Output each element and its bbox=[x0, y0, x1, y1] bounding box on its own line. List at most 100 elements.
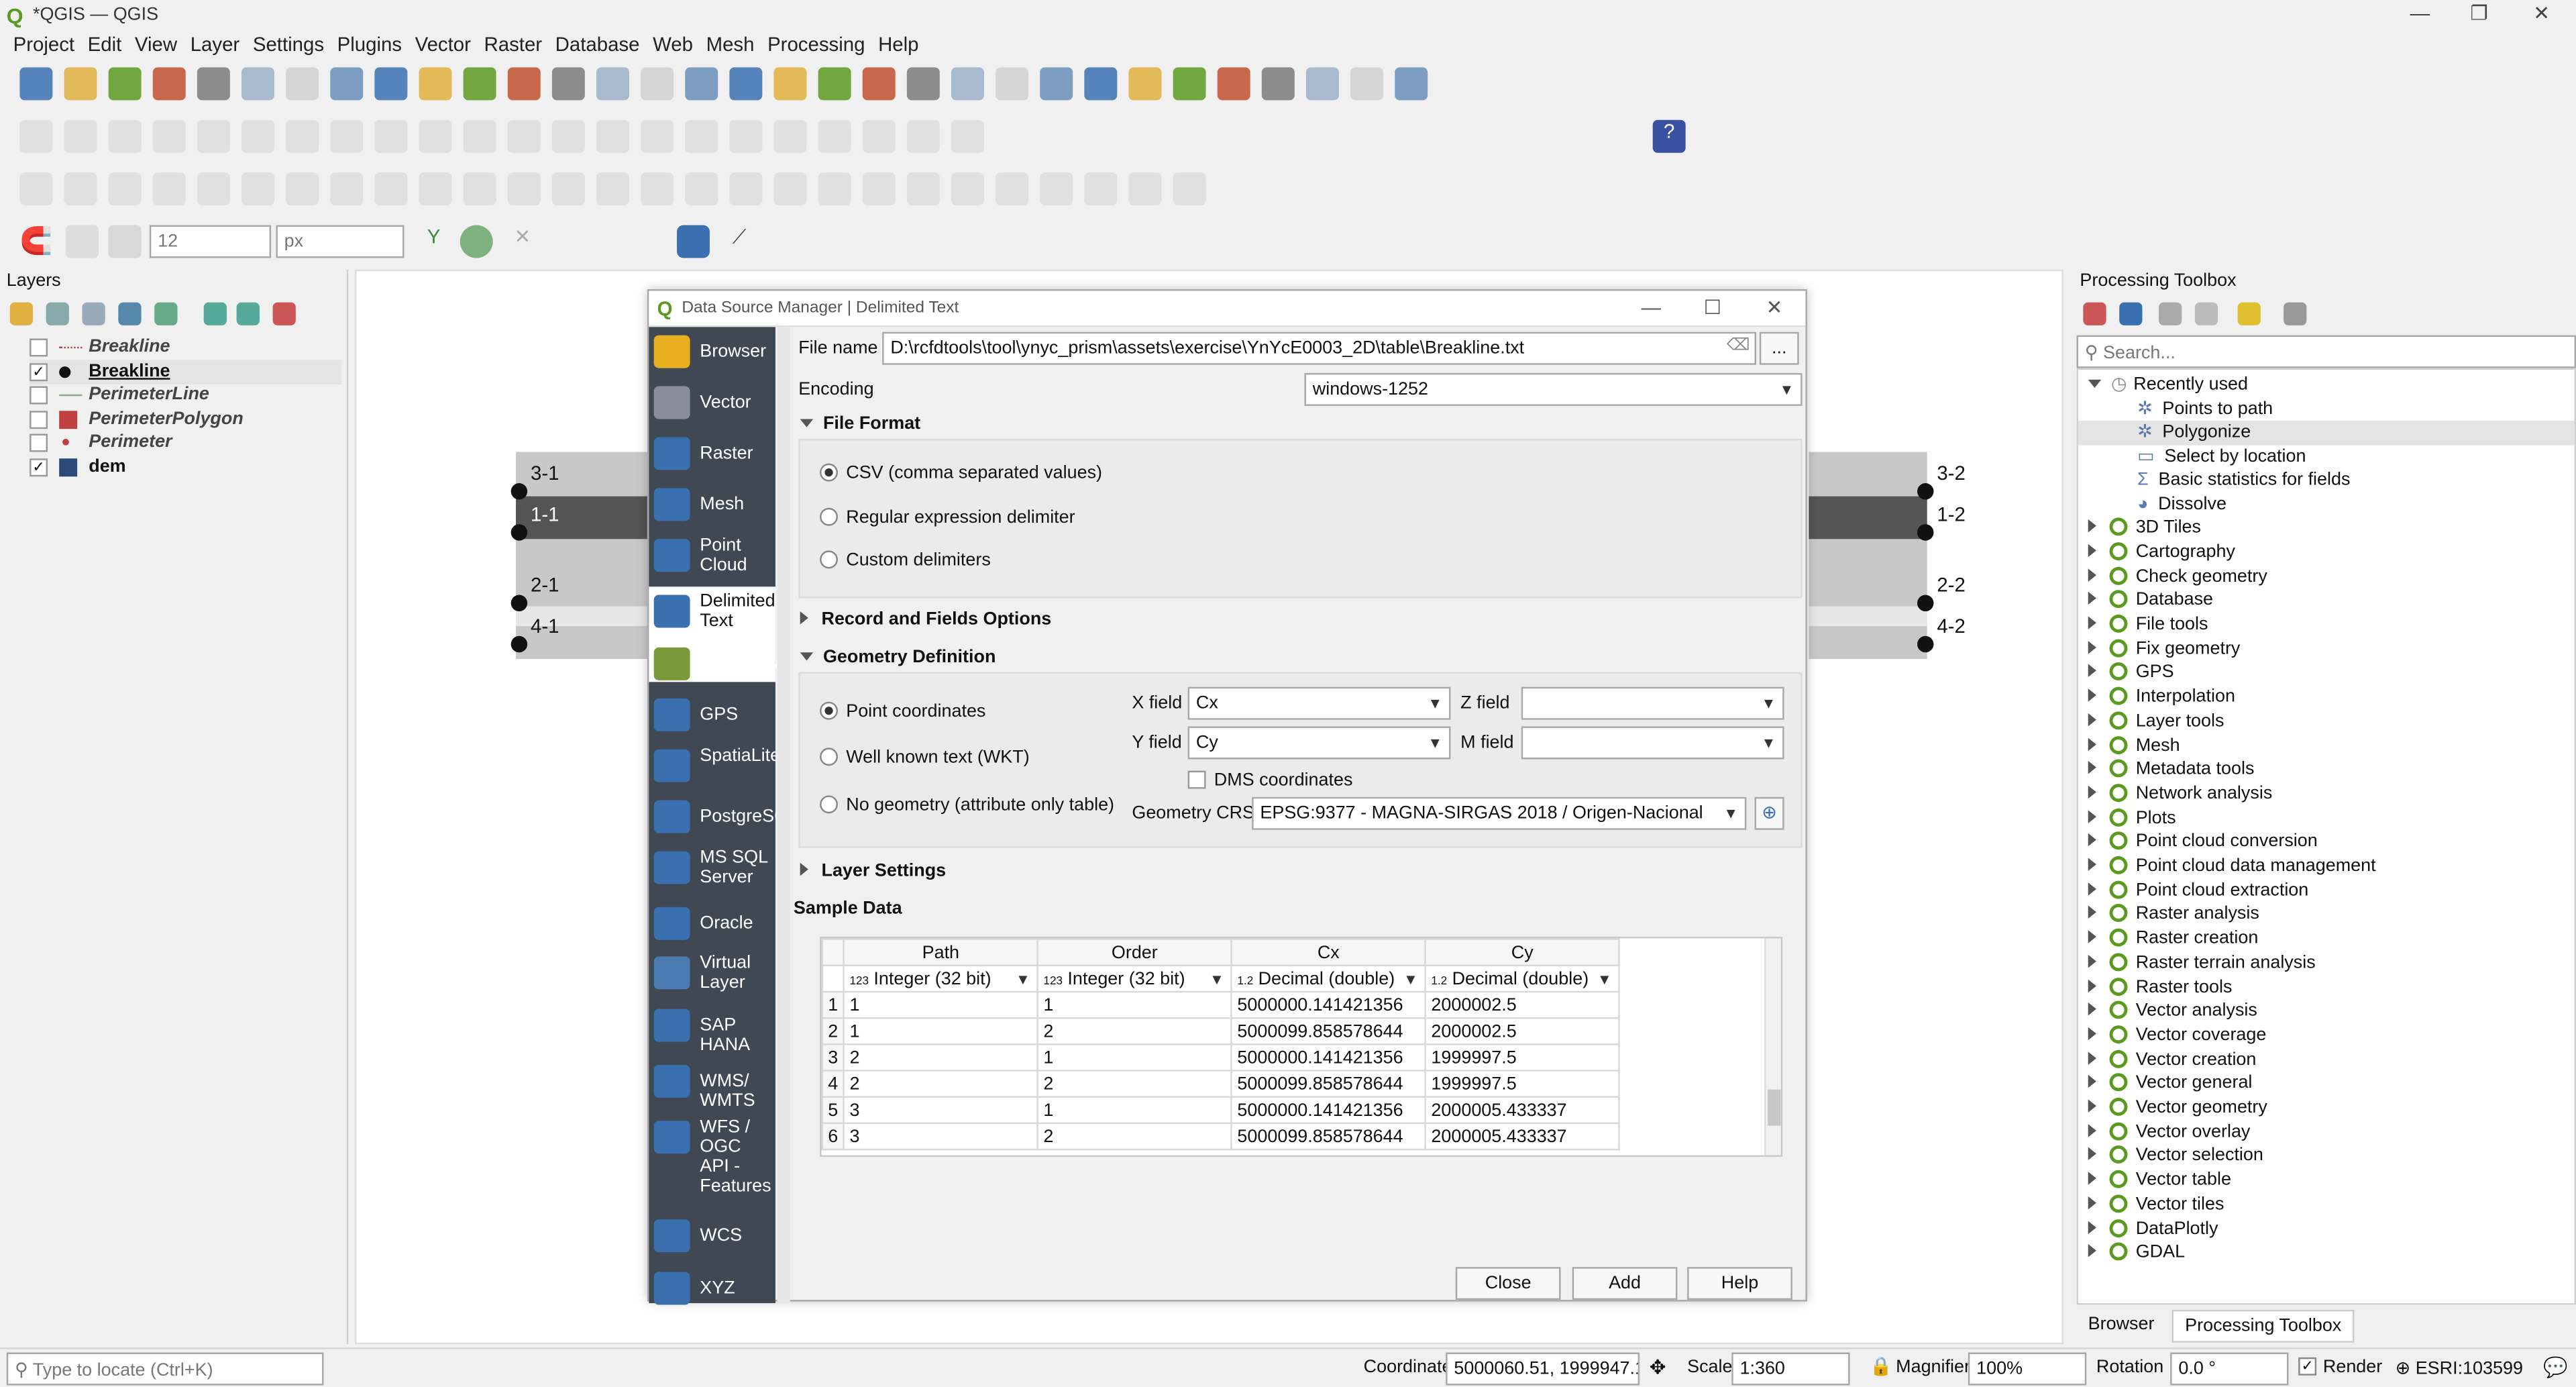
menu-plugins[interactable]: Plugins bbox=[331, 30, 409, 59]
rotation-input[interactable]: 0.0 ° bbox=[2170, 1352, 2289, 1386]
minimize-icon[interactable]: — bbox=[2396, 1, 2445, 24]
layer-checkbox[interactable] bbox=[30, 434, 48, 453]
tb1-tool-icon[interactable] bbox=[996, 67, 1029, 101]
tree-group[interactable]: GPS bbox=[2088, 662, 2174, 688]
layer-checkbox[interactable] bbox=[30, 410, 48, 429]
tb2-tool-icon[interactable] bbox=[197, 119, 230, 153]
geometry-crs-select[interactable]: EPSG:9377 - MAGNA-SIRGAS 2018 / Origen-N… bbox=[1252, 797, 1747, 830]
dms-checkbox[interactable] bbox=[1187, 770, 1206, 789]
lock-icon[interactable]: 🔒 bbox=[1870, 1355, 1892, 1377]
sidebar-item-spatialite[interactable]: SpatiaLite bbox=[649, 741, 780, 792]
tb3-tool-icon[interactable] bbox=[596, 172, 629, 206]
tree-group[interactable]: Vector analysis bbox=[2088, 1000, 2257, 1026]
menu-edit[interactable]: Edit bbox=[81, 30, 128, 59]
table-row[interactable]: 3 2 1 5000000.141421356 1999997.5 bbox=[821, 1043, 1621, 1072]
tb1-tool-icon[interactable] bbox=[906, 67, 940, 101]
tb3-tool-icon[interactable] bbox=[1173, 172, 1206, 206]
collapse-all-icon[interactable] bbox=[236, 302, 260, 325]
sidebar-item-geopackage[interactable]: GeoPacka bbox=[649, 639, 784, 690]
sidebar-item-xyz[interactable]: XYZ bbox=[649, 1264, 775, 1315]
tb3-tool-icon[interactable] bbox=[685, 172, 718, 206]
menu-database[interactable]: Database bbox=[549, 30, 646, 59]
magnifier-input[interactable]: 100% bbox=[1968, 1352, 2087, 1386]
dock-tab-processing-toolbox[interactable]: Processing Toolbox bbox=[2171, 1309, 2355, 1343]
tb1-tool-icon[interactable] bbox=[241, 67, 274, 101]
tb2-tool-icon[interactable] bbox=[64, 119, 97, 153]
tree-group[interactable]: Cartography bbox=[2088, 542, 2235, 567]
browse-button[interactable]: ... bbox=[1759, 331, 1799, 365]
toolbox-search-input[interactable]: ⚲ Search... bbox=[2076, 335, 2576, 368]
add-group-icon[interactable] bbox=[46, 302, 69, 325]
help-button[interactable]: Help bbox=[1687, 1267, 1792, 1300]
sidebar-item-wfs[interactable]: WFS / OGC API - Features bbox=[649, 1113, 775, 1208]
tree-group[interactable]: Database bbox=[2088, 590, 2213, 615]
tb3-tool-icon[interactable] bbox=[862, 172, 896, 206]
tb1-tool-icon[interactable] bbox=[1395, 67, 1428, 101]
sidebar-item-sap-hana[interactable]: SAP HANA bbox=[649, 1000, 775, 1055]
table-row[interactable]: 4 2 2 5000099.858578644 1999997.5 bbox=[821, 1070, 1621, 1098]
tree-group[interactable]: Raster creation bbox=[2088, 928, 2258, 954]
tb1-tool-icon[interactable] bbox=[551, 67, 585, 101]
locator-input[interactable]: ⚲ Type to locate (Ctrl+K) bbox=[6, 1352, 324, 1386]
sidebar-item-postgresql[interactable]: PostgreSQ bbox=[649, 792, 788, 843]
tb2-tool-icon[interactable] bbox=[108, 119, 142, 153]
tb1-tool-icon[interactable] bbox=[818, 67, 851, 101]
tree-algorithm[interactable]: ✲ Polygonize bbox=[2078, 421, 2575, 446]
tb3-tool-icon[interactable] bbox=[374, 172, 408, 206]
table-row[interactable]: 5 3 1 5000000.141421356 2000005.433337 bbox=[821, 1096, 1621, 1125]
tb3-tool-icon[interactable] bbox=[1084, 172, 1118, 206]
menu-raster[interactable]: Raster bbox=[478, 30, 549, 59]
tb3-tool-icon[interactable] bbox=[773, 172, 807, 206]
layer-checkbox[interactable] bbox=[30, 386, 48, 405]
results-icon[interactable] bbox=[2194, 302, 2218, 325]
tb3-tool-icon[interactable] bbox=[463, 172, 496, 206]
tree-algorithm[interactable]: Σ Basic statistics for fields bbox=[2137, 470, 2350, 495]
expand-all-icon[interactable] bbox=[203, 302, 227, 325]
tb3-tool-icon[interactable] bbox=[818, 172, 851, 206]
clear-icon[interactable]: ⌫ bbox=[1727, 337, 1750, 355]
file-name-input[interactable]: D:\rcfdtools\tool\ynyc_prism\assets\exer… bbox=[882, 331, 1756, 365]
tb2-tool-icon[interactable] bbox=[641, 119, 674, 153]
sidebar-item-raster[interactable]: Raster bbox=[649, 429, 775, 480]
tree-group[interactable]: Point cloud data management bbox=[2088, 856, 2376, 881]
tb3-tool-icon[interactable] bbox=[19, 172, 53, 206]
tree-group[interactable]: Point cloud conversion bbox=[2088, 831, 2318, 857]
tb1-tool-icon[interactable] bbox=[419, 67, 452, 101]
tree-group[interactable]: Vector geometry bbox=[2088, 1097, 2267, 1123]
tb3-tool-icon[interactable] bbox=[906, 172, 940, 206]
type-select[interactable]: 1.2 Decimal (double) ▼ bbox=[1424, 964, 1621, 993]
tree-recently-used[interactable]: ◷ Recently used bbox=[2088, 373, 2248, 398]
add-button[interactable]: Add bbox=[1572, 1267, 1678, 1300]
tb2-tool-icon[interactable] bbox=[286, 119, 319, 153]
geom-wkt-radio[interactable]: Well known text (WKT) bbox=[820, 748, 1030, 768]
encoding-select[interactable]: windows-1252 ▼ bbox=[1304, 372, 1803, 406]
sidebar-item-mesh[interactable]: Mesh bbox=[649, 480, 775, 531]
magnet-icon[interactable]: 🧲 bbox=[19, 225, 52, 258]
layer-checkbox[interactable] bbox=[30, 338, 48, 357]
tb1-tool-icon[interactable] bbox=[1305, 67, 1339, 101]
tb3-tool-icon[interactable] bbox=[152, 172, 186, 206]
sidebar-item-folder[interactable]: Browser bbox=[649, 327, 775, 378]
column-header[interactable]: Path bbox=[843, 938, 1039, 967]
coordinate-input[interactable]: 5000060.51, 1999947.11 bbox=[1446, 1352, 1640, 1386]
tb3-tool-icon[interactable] bbox=[241, 172, 274, 206]
help-icon[interactable]: ? bbox=[1652, 119, 1686, 153]
tb2-tool-icon[interactable] bbox=[951, 119, 984, 153]
menu-settings[interactable]: Settings bbox=[246, 30, 331, 59]
tb1-tool-icon[interactable] bbox=[1173, 67, 1206, 101]
tb3-tool-icon[interactable] bbox=[996, 172, 1029, 206]
tb2-tool-icon[interactable] bbox=[773, 119, 807, 153]
tree-group[interactable]: Fix geometry bbox=[2088, 638, 2240, 664]
format-regex-radio[interactable]: Regular expression delimiter bbox=[820, 507, 1075, 527]
column-header[interactable]: Order bbox=[1036, 938, 1233, 967]
tb2-tool-icon[interactable] bbox=[507, 119, 541, 153]
scripts-icon[interactable] bbox=[2119, 302, 2143, 325]
close-dialog-icon[interactable]: ✕ bbox=[1766, 296, 1783, 319]
sidebar-item-wms[interactable]: WMS/ WMTS bbox=[649, 1057, 775, 1111]
tb3-tool-icon[interactable] bbox=[1040, 172, 1073, 206]
tb1-tool-icon[interactable] bbox=[862, 67, 896, 101]
tree-group[interactable]: Plots bbox=[2088, 807, 2176, 833]
menu-view[interactable]: View bbox=[128, 30, 184, 59]
type-select[interactable]: 123 Integer (32 bit) ▼ bbox=[843, 964, 1039, 993]
tb3-tool-icon[interactable] bbox=[641, 172, 674, 206]
